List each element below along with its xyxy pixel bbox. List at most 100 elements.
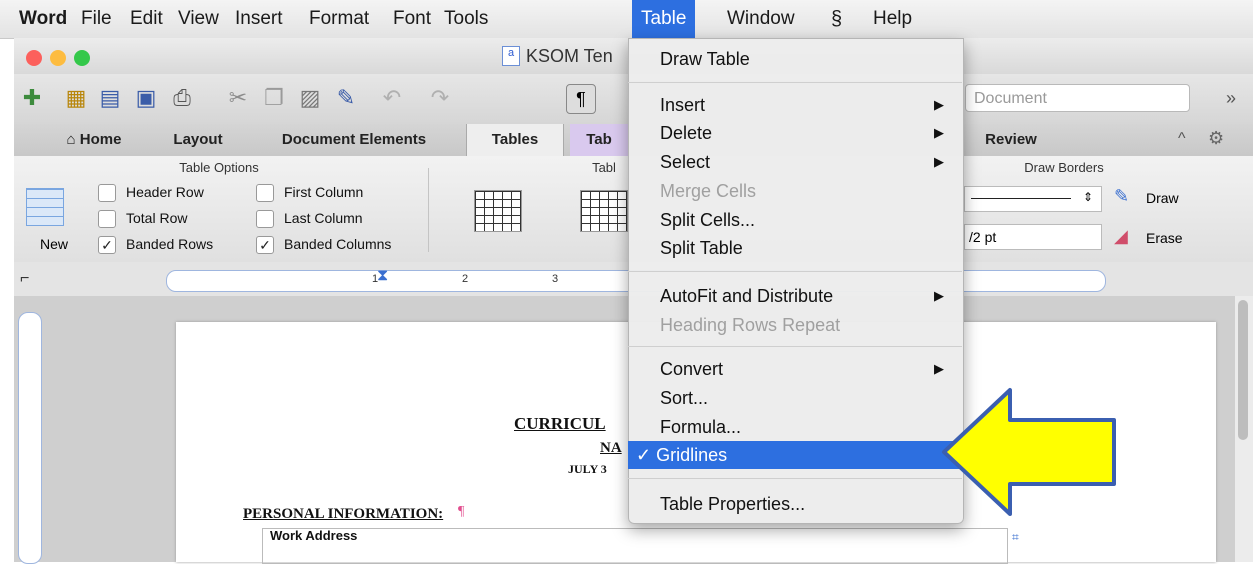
erase-label[interactable]: Erase [1146,230,1183,246]
doc-name-line: NA [600,440,622,456]
overflow-chevron-icon[interactable]: » [1226,88,1236,109]
tab-document-elements[interactable]: Document Elements [256,124,452,156]
total-row-checkbox[interactable] [98,210,116,228]
table-style-thumbnail[interactable] [580,190,628,232]
menu-separator [628,346,962,347]
menu-item-merge-cells: Merge Cells [660,181,757,201]
group-title-table-styles: Tabl [592,160,616,175]
tab-layout[interactable]: Layout [150,124,246,156]
menu-item-select[interactable]: Select ▶ [628,148,962,176]
first-column-label: First Column [284,184,364,200]
line-style-sample [971,198,1071,199]
menu-item-formula[interactable]: Formula... [628,413,962,441]
menu-table[interactable]: Table [632,0,696,38]
redo-icon[interactable]: ↷ [424,82,456,114]
submenu-arrow-icon: ▶ [934,361,944,376]
zoom-button[interactable] [74,50,90,66]
line-style-select[interactable]: ⇕ [964,186,1102,212]
table-cell-label: Work Address [270,528,358,543]
last-column-checkbox[interactable] [256,210,274,228]
menu-file[interactable]: File [72,0,121,38]
draw-pencil-icon[interactable]: ✎ [1114,186,1129,207]
header-row-checkbox[interactable] [98,184,116,202]
tab-home-label: Home [79,131,122,148]
new-table-icon[interactable] [26,188,64,226]
submenu-arrow-icon: ▶ [934,288,944,303]
show-formatting-button[interactable]: ¶ [566,84,596,114]
close-button[interactable] [26,50,42,66]
table-style-thumbnail[interactable] [474,190,522,232]
menu-word[interactable]: Word [10,0,76,38]
menu-item-insert-label: Insert [660,95,706,115]
menu-tools[interactable]: Tools [435,0,497,38]
cut-icon[interactable]: ✂ [222,82,254,114]
pilcrow-mark: ¶ [458,504,465,519]
menu-separator [628,82,962,83]
menu-format[interactable]: Format [300,0,378,38]
vertical-ruler[interactable] [18,312,42,564]
print-icon[interactable]: ⎙ [166,82,198,114]
menu-item-heading-rows-repeat: Heading Rows Repeat [660,315,841,335]
tab-tables[interactable]: Tables [466,124,564,156]
menu-separator [628,478,962,479]
open-icon[interactable]: ▤ [94,82,126,114]
menu-item-split-table[interactable]: Split Table [628,234,962,262]
stepper-icon: ⇕ [1083,190,1094,204]
banded-rows-label: Banded Rows [126,236,214,252]
group-title-draw-borders: Draw Borders [1024,160,1104,175]
undo-icon[interactable]: ↶ [376,82,408,114]
menu-item-insert[interactable]: Insert ▶ [628,91,962,119]
menu-edit[interactable]: Edit [121,0,172,38]
arrow-shape [942,388,1116,516]
doc-section-heading: PERSONAL INFORMATION: [243,506,444,522]
menu-item-gridlines[interactable]: ✓ Gridlines [628,441,962,469]
line-weight-select[interactable]: /2 pt [964,224,1102,250]
menu-item-convert-label: Convert [660,359,724,379]
ruler-mark: 2 [462,273,469,285]
indent-marker-icon[interactable]: ⧗ [377,267,388,285]
total-row-label: Total Row [126,210,188,226]
minimize-button[interactable] [50,50,66,66]
tab-home[interactable]: ⌂ Home [44,124,144,156]
paste-icon[interactable]: ▨ [294,82,326,114]
gear-icon[interactable]: ⚙ [1208,128,1224,149]
menu-item-autofit-label: AutoFit and Distribute [660,286,834,306]
end-of-row-marker-icon: ⌗ [1012,530,1019,544]
menu-font[interactable]: Font [384,0,440,38]
banded-columns-checkbox[interactable]: ✓ [256,236,274,254]
copy-icon[interactable]: ❐ [258,82,290,114]
menu-insert[interactable]: Insert [226,0,292,38]
checkmark-icon: ✓ [636,445,652,465]
menu-view[interactable]: View [169,0,228,38]
eraser-icon[interactable]: ◢ [1114,226,1128,247]
menu-item-draw-table[interactable]: Draw Table [628,45,962,73]
menu-item-delete-label: Delete [660,123,713,143]
tab-stop-selector-icon[interactable]: ⌐ [20,270,29,288]
format-painter-icon[interactable]: ✎ [330,82,362,114]
menu-item-gridlines-label: Gridlines [656,445,728,465]
menu-help[interactable]: Help [864,0,921,38]
gallery-icon[interactable]: ▦ [60,82,92,114]
first-column-checkbox[interactable] [256,184,274,202]
tab-review[interactable]: Review [964,124,1058,156]
script-menu-icon[interactable]: § [822,0,851,38]
tab-table-layout[interactable]: Tab [570,124,628,156]
banded-columns-label: Banded Columns [284,236,392,252]
menu-window[interactable]: Window [718,0,804,38]
menu-item-table-properties[interactable]: Table Properties... [628,490,962,518]
doc-table[interactable] [262,528,1008,564]
menu-item-split-cells[interactable]: Split Cells... [628,206,962,234]
menu-item-autofit[interactable]: AutoFit and Distribute ▶ [628,282,962,310]
draw-label[interactable]: Draw [1146,190,1179,206]
search-input[interactable]: Document [965,84,1190,112]
banded-rows-checkbox[interactable]: ✓ [98,236,116,254]
new-document-icon[interactable]: ✚ [16,82,48,114]
window-title: KSOM Ten [526,46,613,66]
scrollbar-thumb[interactable] [1238,300,1248,440]
menu-item-sort[interactable]: Sort... [628,384,962,412]
save-icon[interactable]: ▣ [130,82,162,114]
menu-item-convert[interactable]: Convert ▶ [628,355,962,383]
new-table-label: New [40,236,69,252]
collapse-ribbon-icon[interactable]: ^ [1178,130,1186,148]
menu-item-delete[interactable]: Delete ▶ [628,119,962,147]
